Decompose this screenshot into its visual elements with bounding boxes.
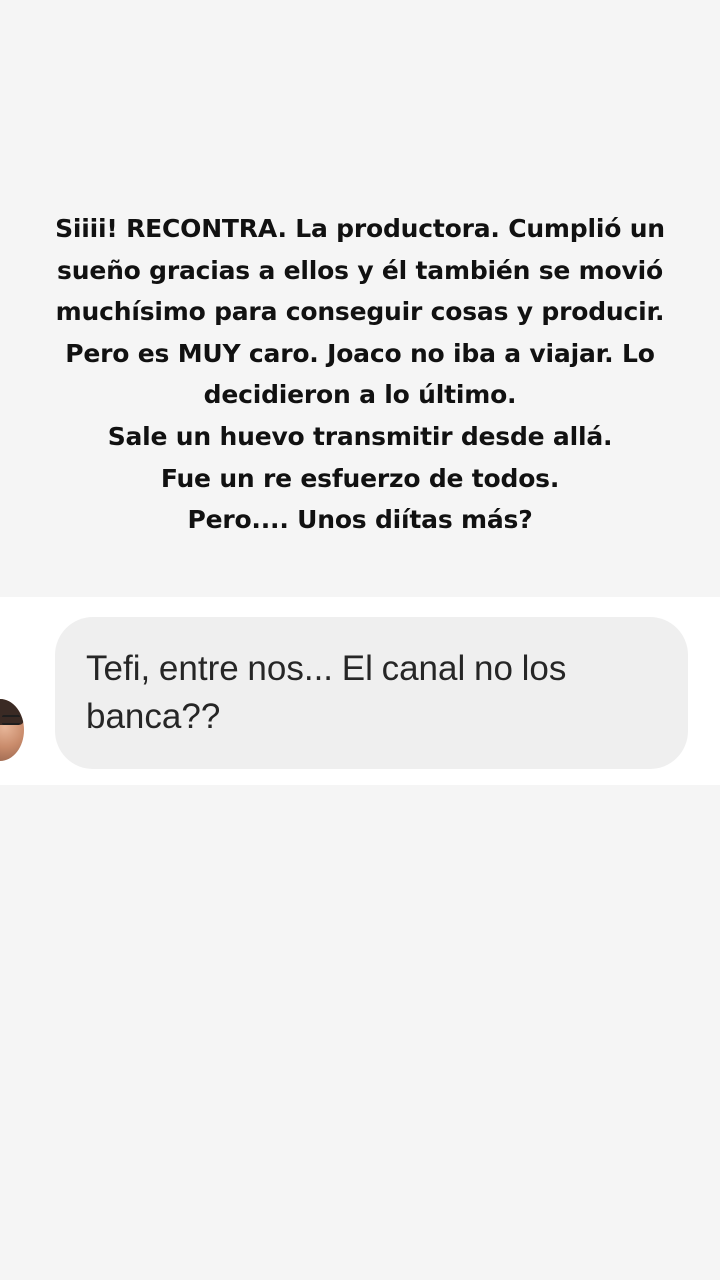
- story-canvas: Siiii! RECONTRA. La productora. Cumplió …: [0, 0, 720, 1280]
- caption-line: sueño gracias a ellos y él también se mo…: [57, 255, 663, 285]
- caption-line: Pero.... Unos diítas más?: [187, 505, 533, 535]
- message-text: Tefi, entre nos... El canal no los banca…: [86, 649, 567, 736]
- caption-line: Siiii! RECONTRA. La productora. Cumplió …: [55, 214, 665, 243]
- story-caption-text: Siiii! RECONTRA. La productora. Cumplió …: [0, 208, 720, 541]
- caption-line: decidieron a lo último.: [203, 380, 517, 410]
- caption-line: Pero es MUY caro. Joaco no iba a viajar.…: [65, 338, 655, 368]
- message-bubble: Tefi, entre nos... El canal no los banca…: [55, 617, 688, 769]
- caption-line: muchísimo para conseguir cosas y produci…: [55, 297, 665, 327]
- sender-avatar: [0, 699, 24, 761]
- shared-message-screenshot: Tefi, entre nos... El canal no los banca…: [0, 597, 720, 785]
- avatar-glasses-shape: [2, 715, 20, 725]
- caption-line: Sale un huevo transmitir desde allá.: [107, 421, 613, 451]
- caption-line: Fue un re esfuerzo de todos.: [160, 463, 560, 493]
